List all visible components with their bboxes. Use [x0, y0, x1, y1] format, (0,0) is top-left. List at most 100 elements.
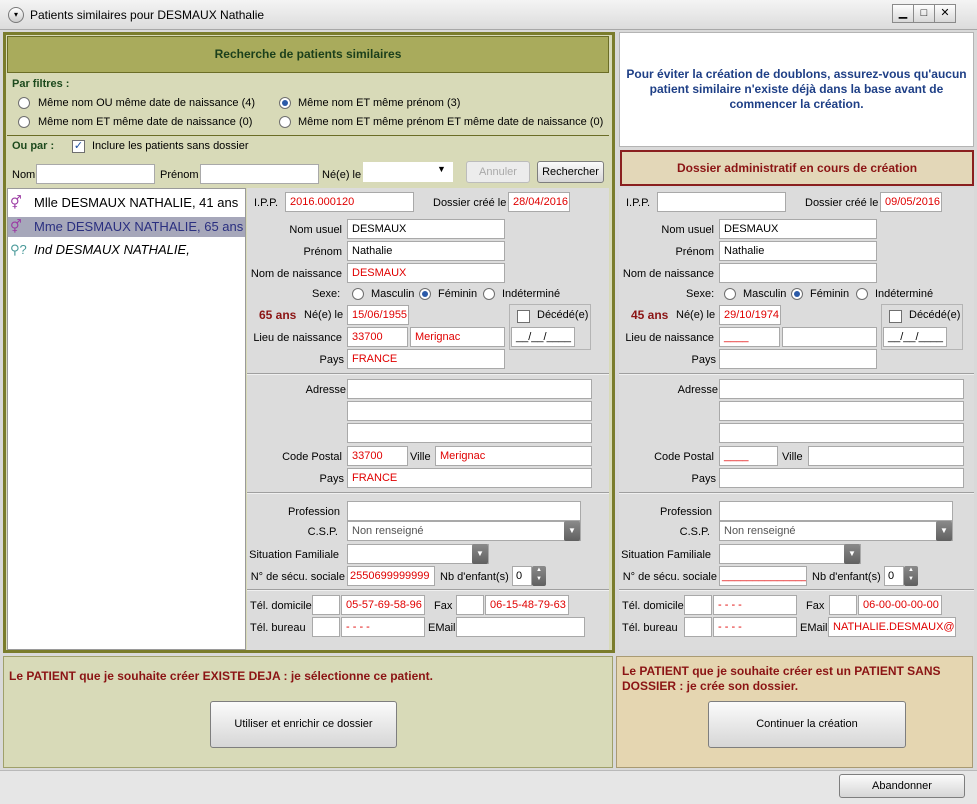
ex-ville-field[interactable]: Merignac [435, 446, 592, 466]
ex-pays-label: Pays [319, 354, 344, 366]
new-dossier-cree-field[interactable]: 09/05/2016 [880, 192, 942, 212]
ex-email-field[interactable] [456, 617, 585, 637]
new-secu-field[interactable]: _______________ [719, 566, 807, 586]
search-prenom-label: Prénom [160, 169, 199, 181]
list-item[interactable]: ⚲? Ind DESMAUX NATHALIE, [8, 240, 243, 260]
ex-situation-select[interactable] [347, 544, 489, 564]
new-fax-field[interactable]: 06-00-00-00-00 [858, 595, 942, 615]
ex-tel-bureau-prefix[interactable] [312, 617, 340, 637]
ex-masculin-label: Masculin [371, 288, 415, 300]
ex-decede-checkbox[interactable] [517, 310, 530, 323]
new-fax-prefix[interactable] [829, 595, 857, 615]
new-pays-adresse-field[interactable] [719, 468, 964, 488]
ex-fax-prefix[interactable] [456, 595, 484, 615]
new-csp-dropdown-icon[interactable]: ▼ [936, 521, 952, 541]
search-nom-input[interactable] [36, 164, 155, 184]
ex-lieu-cp-field[interactable]: 33700 [347, 327, 408, 347]
new-situation-dropdown-icon[interactable]: ▼ [844, 544, 860, 564]
ex-pays-adresse-field[interactable]: FRANCE [347, 468, 592, 488]
new-tel-bureau-prefix[interactable] [684, 617, 712, 637]
date-dropdown-icon[interactable]: ▼ [437, 164, 446, 174]
new-nb-enfants-label: Nb d'enfant(s) [812, 571, 881, 583]
ex-tel-domicile-field[interactable]: 05-57-69-58-96 [341, 595, 425, 615]
ex-profession-field[interactable] [347, 501, 581, 521]
new-pays-label: Pays [691, 354, 716, 366]
new-nom-usuel-field[interactable]: DESMAUX [719, 219, 877, 239]
ex-adresse-1-field[interactable] [347, 379, 592, 399]
ex-code-postal-field[interactable]: 33700 [347, 446, 408, 466]
new-decede-checkbox[interactable] [889, 310, 902, 323]
annuler-button[interactable]: Annuler [466, 161, 530, 183]
new-nom-naissance-field[interactable] [719, 263, 877, 283]
new-lieu-cp-field[interactable]: ____ [719, 327, 780, 347]
ex-fax-field[interactable]: 06-15-48-79-63 [485, 595, 569, 615]
ex-tel-domicile-prefix[interactable] [312, 595, 340, 615]
new-situation-select[interactable] [719, 544, 861, 564]
new-code-postal-field[interactable]: ____ [719, 446, 778, 466]
new-profession-field[interactable] [719, 501, 953, 521]
new-nb-enfants-stepper[interactable]: ▲ ▼ [904, 566, 918, 586]
ex-nb-enfants-stepper[interactable]: ▲ ▼ [532, 566, 546, 586]
ex-pays-adresse-label: Pays [319, 473, 344, 485]
ex-naissance-field[interactable]: 15/06/1955 [347, 305, 409, 325]
ex-csp-select[interactable]: Non renseigné [347, 521, 581, 541]
ex-nom-usuel-field[interactable]: DESMAUX [347, 219, 505, 239]
maximize-button[interactable]: □ [913, 4, 935, 23]
new-ville-field[interactable] [808, 446, 964, 466]
ex-sexe-masculin-radio[interactable] [352, 288, 364, 300]
ex-secu-field[interactable]: 2550699999999 [347, 566, 435, 586]
new-email-field[interactable]: NATHALIE.DESMAUX@Y [828, 617, 956, 637]
continue-creation-button[interactable]: Continuer la création [708, 701, 906, 748]
new-lieu-ville-field[interactable] [782, 327, 877, 347]
list-item[interactable]: ⚥ Mme DESMAUX NATHALIE, 65 ans [8, 217, 245, 237]
new-deces-date-field[interactable]: __/__/____ [883, 327, 947, 347]
new-sexe-feminin-radio[interactable] [791, 288, 803, 300]
close-button[interactable]: ✕ [934, 4, 956, 23]
ex-lieu-naissance-label: Lieu de naissance [253, 332, 342, 344]
abandon-button[interactable]: Abandonner [839, 774, 965, 798]
ex-tel-bureau-field[interactable]: - - - - [341, 617, 425, 637]
new-adresse-2-field[interactable] [719, 401, 964, 421]
ex-dossier-cree-field[interactable]: 28/04/2016 [508, 192, 570, 212]
ex-sexe-feminin-radio[interactable] [419, 288, 431, 300]
use-existing-button[interactable]: Utiliser et enrichir ce dossier [210, 701, 397, 748]
ex-situation-dropdown-icon[interactable]: ▼ [472, 544, 488, 564]
list-item[interactable]: ⚥ Mlle DESMAUX NATHALIE, 41 ans [8, 193, 243, 213]
filter-radio-1[interactable] [18, 97, 30, 109]
window-menu-icon[interactable]: ▾ [8, 7, 24, 23]
filter-radio-3[interactable] [18, 116, 30, 128]
new-naissance-field[interactable]: 29/10/1974 [719, 305, 781, 325]
new-prenom-field[interactable]: Nathalie [719, 241, 877, 261]
ex-deces-date-field[interactable]: __/__/____ [511, 327, 575, 347]
new-tel-domicile-prefix[interactable] [684, 595, 712, 615]
ex-adresse-2-field[interactable] [347, 401, 592, 421]
ex-ipp-field[interactable]: 2016.000120 [285, 192, 414, 212]
ex-lieu-ville-field[interactable]: Merignac [410, 327, 505, 347]
new-ipp-field[interactable] [657, 192, 786, 212]
new-sexe-indetermine-radio[interactable] [856, 288, 868, 300]
ex-sexe-indetermine-radio[interactable] [483, 288, 495, 300]
ex-nom-naissance-field[interactable]: DESMAUX [347, 263, 505, 283]
filter-radio-2[interactable] [279, 97, 291, 109]
ex-nb-enfants-field[interactable]: 0 [512, 566, 532, 586]
new-tel-bureau-field[interactable]: - - - - [713, 617, 797, 637]
ex-pays-field[interactable]: FRANCE [347, 349, 505, 369]
new-adresse-label: Adresse [677, 384, 718, 396]
include-no-file-checkbox[interactable]: ✓ [72, 140, 85, 153]
search-header: Recherche de patients similaires [7, 36, 609, 73]
minimize-button[interactable]: ▁ [892, 4, 914, 23]
new-tel-domicile-label: Tél. domicile [622, 600, 684, 612]
new-nb-enfants-field[interactable]: 0 [884, 566, 904, 586]
new-pays-field[interactable] [719, 349, 877, 369]
search-prenom-input[interactable] [200, 164, 319, 184]
new-adresse-3-field[interactable] [719, 423, 964, 443]
new-adresse-1-field[interactable] [719, 379, 964, 399]
new-csp-select[interactable]: Non renseigné [719, 521, 953, 541]
ex-csp-dropdown-icon[interactable]: ▼ [564, 521, 580, 541]
ex-prenom-field[interactable]: Nathalie [347, 241, 505, 261]
filter-radio-4[interactable] [279, 116, 291, 128]
ex-adresse-3-field[interactable] [347, 423, 592, 443]
rechercher-button[interactable]: Rechercher [537, 161, 604, 183]
new-tel-domicile-field[interactable]: - - - - [713, 595, 797, 615]
new-sexe-masculin-radio[interactable] [724, 288, 736, 300]
